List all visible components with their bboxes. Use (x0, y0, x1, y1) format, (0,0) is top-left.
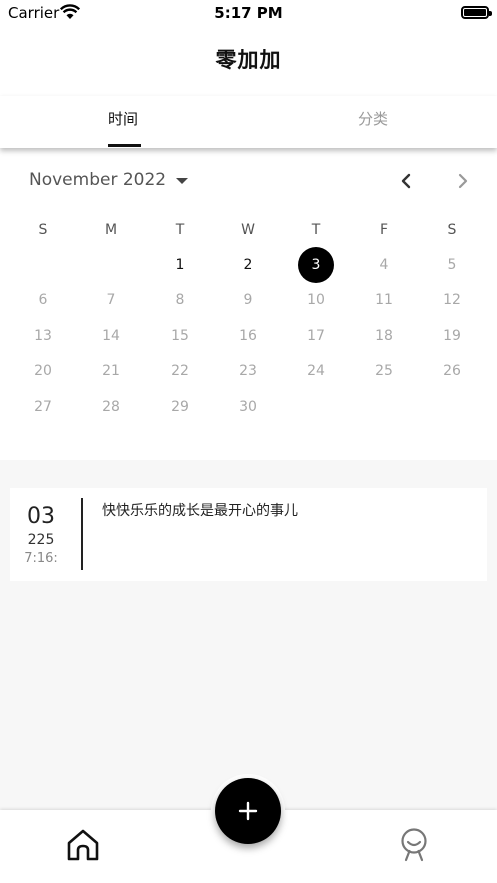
status-time: 5:17 PM (214, 4, 283, 22)
weekday-label: T (175, 222, 185, 238)
entry-divider (81, 498, 83, 570)
calendar-day[interactable]: 27 (25, 389, 61, 425)
weekday-label: W (241, 222, 255, 238)
calendar-day-selected[interactable]: 3 (298, 247, 334, 283)
weekday-label: T (311, 222, 321, 238)
weekday-label: F (379, 222, 389, 238)
calendar: November 2022 SMTWTFS 1 2 3 4 5 6 7 8 9 10 11 12 13 1… (0, 150, 497, 460)
calendar-day[interactable]: 11 (366, 282, 402, 318)
home-button[interactable] (66, 828, 100, 862)
list-item[interactable]: 03 225 7:16: 快快乐乐的成长是最开心的事儿 (10, 488, 487, 581)
tab-indicator (108, 144, 141, 147)
page-title: 零加加 (215, 48, 282, 72)
plus-icon (238, 801, 258, 821)
calendar-day[interactable]: 8 (162, 282, 198, 318)
chevron-left-icon (401, 173, 411, 189)
home-icon (67, 829, 99, 861)
calendar-day[interactable]: 16 (230, 318, 266, 354)
entry-year: 225 (27, 532, 55, 548)
calendar-day[interactable]: 13 (25, 318, 61, 354)
calendar-day[interactable]: 1 (162, 247, 198, 283)
calendar-day[interactable]: 24 (298, 353, 334, 389)
calendar-day[interactable]: 17 (298, 318, 334, 354)
calendar-day[interactable]: 5 (434, 247, 470, 283)
calendar-day[interactable]: 15 (162, 318, 198, 354)
calendar-day[interactable]: 28 (93, 389, 129, 425)
calendar-day[interactable]: 22 (162, 353, 198, 389)
calendar-day[interactable]: 30 (230, 389, 266, 425)
entry-time: 7:16: (24, 551, 58, 566)
entry-text: 快快乐乐的成长是最开心的事儿 (102, 503, 298, 519)
prev-month-button[interactable] (395, 170, 417, 192)
calendar-day[interactable]: 4 (366, 247, 402, 283)
battery-icon (461, 6, 492, 19)
chevron-right-icon (458, 173, 468, 189)
calendar-day[interactable]: 14 (93, 318, 129, 354)
profile-button[interactable] (398, 828, 430, 862)
calendar-day[interactable]: 2 (230, 247, 266, 283)
calendar-day[interactable]: 29 (162, 389, 198, 425)
weekday-label: S (447, 222, 457, 238)
calendar-day[interactable]: 10 (298, 282, 334, 318)
add-button-container (211, 774, 285, 848)
month-label: November 2022 (29, 170, 167, 190)
tab-time[interactable]: 时间 (108, 108, 138, 129)
caret-down-icon (176, 178, 189, 184)
calendar-day[interactable]: 26 (434, 353, 470, 389)
calendar-day[interactable]: 21 (93, 353, 129, 389)
calendar-day[interactable]: 19 (434, 318, 470, 354)
tab-bar: 时间 分类 (0, 96, 497, 148)
next-month-button[interactable] (452, 170, 474, 192)
tab-category[interactable]: 分类 (358, 108, 388, 129)
calendar-day[interactable]: 20 (25, 353, 61, 389)
entry-list: 03 225 7:16: 快快乐乐的成长是最开心的事儿 (0, 460, 497, 810)
profile-icon (401, 828, 427, 862)
month-selector[interactable]: November 2022 (29, 170, 189, 190)
weekday-label: S (38, 222, 48, 238)
calendar-day[interactable]: 9 (230, 282, 266, 318)
calendar-day[interactable]: 6 (25, 282, 61, 318)
calendar-day[interactable]: 23 (230, 353, 266, 389)
calendar-day[interactable]: 7 (93, 282, 129, 318)
status-bar: Carrier 5:17 PM (0, 0, 497, 26)
weekday-label: M (104, 222, 118, 238)
add-entry-button[interactable] (215, 778, 281, 844)
calendar-day[interactable]: 12 (434, 282, 470, 318)
calendar-day[interactable]: 25 (366, 353, 402, 389)
entry-day: 03 (27, 504, 55, 529)
calendar-day[interactable]: 18 (366, 318, 402, 354)
